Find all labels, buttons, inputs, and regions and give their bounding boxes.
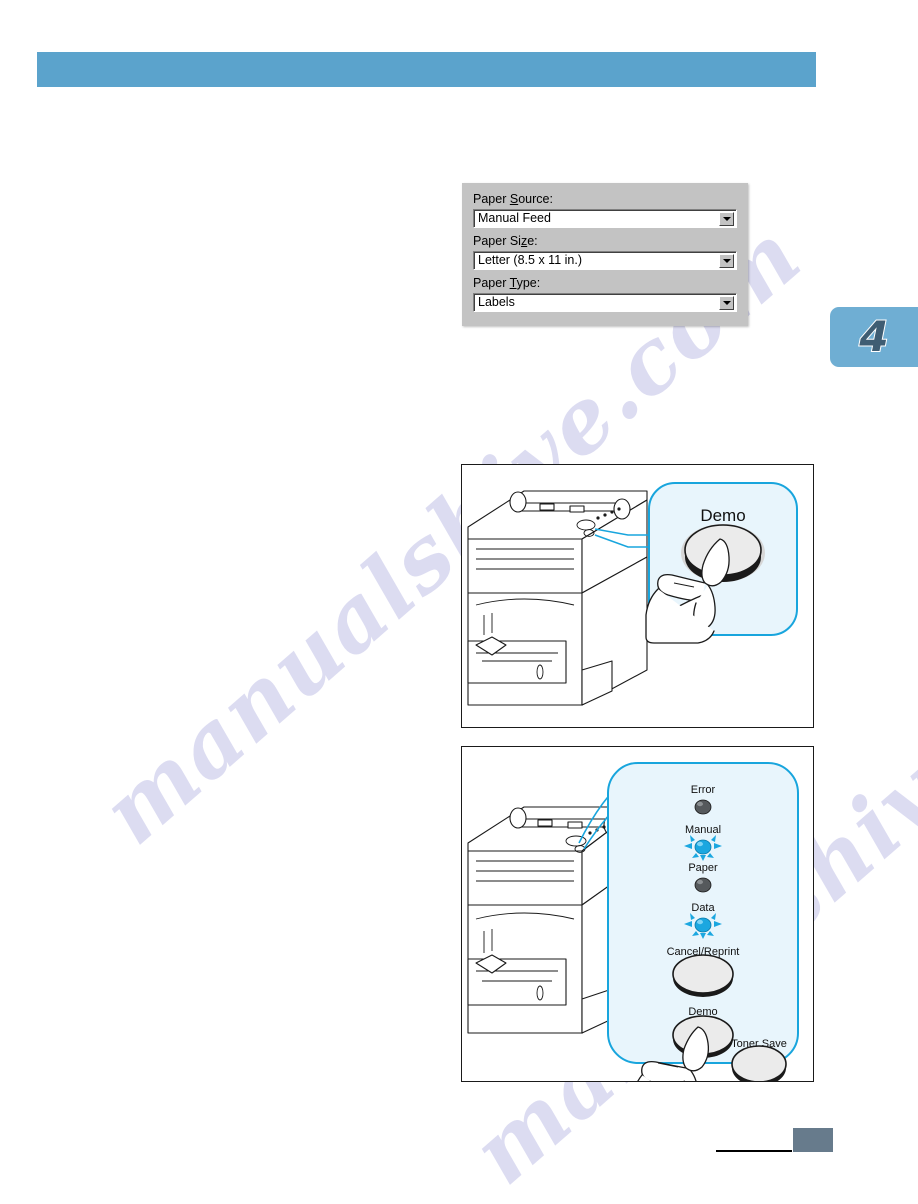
field-paper-source: Paper Source: Manual Feed <box>473 192 737 228</box>
led-paper <box>694 877 712 893</box>
chevron-down-icon[interactable] <box>719 254 734 268</box>
indicator-label-manual: Manual <box>685 824 721 836</box>
paper-source-combobox[interactable]: Manual Feed <box>473 209 737 228</box>
printer-illustration <box>467 490 648 706</box>
illustration-demo-button: Demo <box>461 464 814 728</box>
paper-size-value: Letter (8.5 x 11 in.) <box>478 253 582 267</box>
illustration-control-panel: Error Manual Paper Data Cancel/Reprint D… <box>461 746 814 1082</box>
page-number-block <box>793 1128 833 1152</box>
printer-illustration <box>467 806 628 1034</box>
toner-save-button[interactable] <box>731 1045 787 1081</box>
indicator-label-error: Error <box>691 784 716 796</box>
indicator-label-data: Data <box>691 902 715 914</box>
field-paper-size: Paper Size: Letter (8.5 x 11 in.) <box>473 234 737 270</box>
demo-button-label: Demo <box>700 506 745 525</box>
paper-size-label: Paper Size: <box>473 234 538 248</box>
paper-type-value: Labels <box>478 295 515 309</box>
paper-type-label: Paper Type: <box>473 276 541 290</box>
chapter-number: 4 <box>858 312 889 361</box>
cancel-reprint-button[interactable] <box>672 954 734 994</box>
page-footer <box>0 1128 918 1158</box>
paper-size-combobox[interactable]: Letter (8.5 x 11 in.) <box>473 251 737 270</box>
field-paper-type: Paper Type: Labels <box>473 276 737 312</box>
demo-button-figure: Demo <box>467 482 798 706</box>
led-error <box>694 799 712 815</box>
paper-source-label: Paper Source: <box>473 192 553 206</box>
footer-divider <box>716 1150 792 1152</box>
chevron-down-icon[interactable] <box>719 212 734 226</box>
control-panel-figure: Error Manual Paper Data Cancel/Reprint D… <box>467 762 799 1081</box>
indicator-label-paper: Paper <box>688 862 718 874</box>
chapter-tab: 4 <box>830 307 918 367</box>
paper-options-dialog: Paper Source: Manual Feed Paper Size: Le… <box>462 183 748 326</box>
paper-source-value: Manual Feed <box>478 211 551 225</box>
page-header-bar <box>37 52 816 87</box>
chevron-down-icon[interactable] <box>719 296 734 310</box>
paper-type-combobox[interactable]: Labels <box>473 293 737 312</box>
